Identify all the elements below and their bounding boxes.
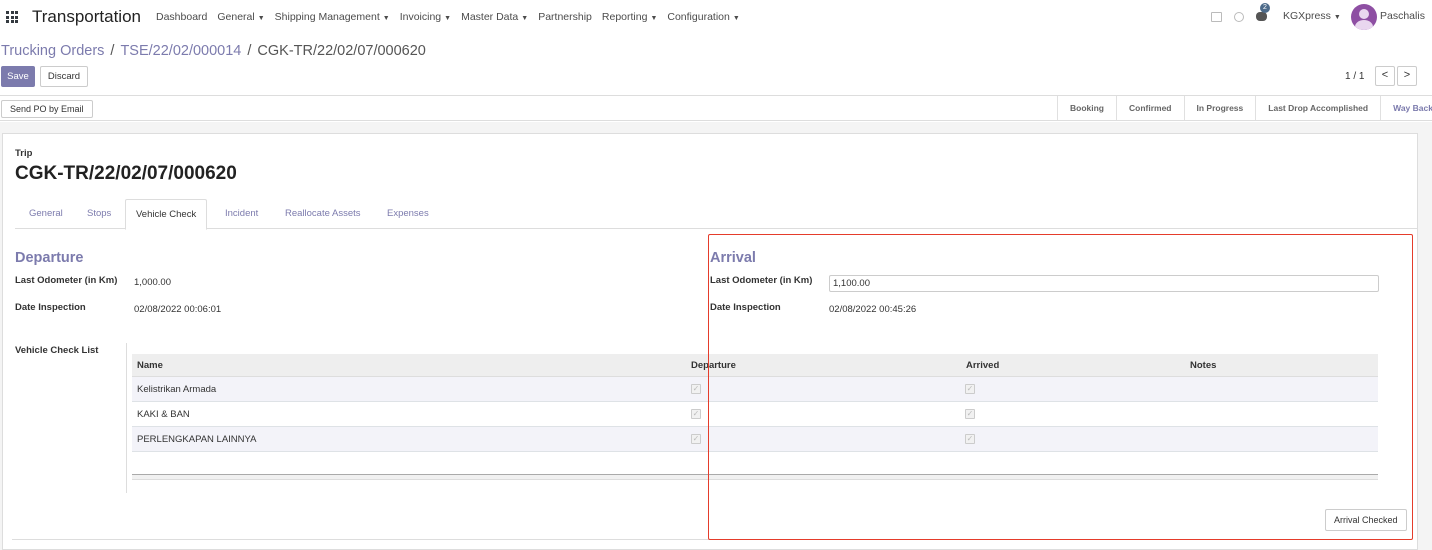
caret-down-icon: ▼ — [257, 15, 265, 22]
activity-clock-icon[interactable] — [1234, 12, 1244, 22]
menu-label: Dashboard — [156, 11, 208, 23]
trip-label: Trip — [15, 148, 33, 159]
app-title[interactable]: Transportation — [32, 7, 141, 27]
departure-odometer-label: Last Odometer (in Km) — [15, 275, 118, 286]
edit-icon[interactable] — [1211, 12, 1222, 22]
menu-label: Master Data — [461, 11, 519, 23]
row-name: PERLENGKAPAN LAINNYA — [137, 434, 257, 445]
pager-next-button[interactable]: > — [1397, 66, 1417, 86]
breadcrumb: Trucking Orders / TSE/22/02/000014 / CGK-TR/… — [1, 43, 426, 59]
menu-reporting[interactable]: Reporting ▼ — [602, 11, 657, 23]
menu-invoicing[interactable]: Invoicing ▼ — [400, 11, 451, 23]
send-po-by-email-button[interactable]: Send PO by Email — [1, 100, 93, 118]
caret-down-icon: ▼ — [1333, 14, 1341, 21]
menu-label: Shipping Management — [274, 11, 380, 23]
caret-down-icon: ▼ — [521, 15, 529, 22]
stage-last-drop-accomplished[interactable]: Last Drop Accomplished — [1255, 96, 1380, 120]
menu-master-data[interactable]: Master Data ▼ — [461, 11, 528, 23]
departure-title: Departure — [15, 250, 84, 266]
notification-badge: 2 — [1260, 3, 1270, 13]
breadcrumb-trucking-orders[interactable]: Trucking Orders — [1, 43, 104, 59]
menu-general[interactable]: General ▼ — [217, 11, 264, 23]
menu-label: Reporting — [601, 11, 648, 23]
tab-stops[interactable]: Stops — [77, 199, 121, 229]
row-name: Kelistrikan Armada — [137, 384, 217, 395]
save-button[interactable]: Save — [1, 66, 35, 87]
caret-down-icon: ▼ — [444, 15, 452, 22]
breadcrumb-parent-order[interactable]: TSE/22/02/000014 — [120, 43, 241, 59]
company-name: KGXpress — [1283, 10, 1331, 22]
tab-expenses[interactable]: Expenses — [377, 199, 439, 229]
tab-reallocate-assets[interactable]: Reallocate Assets — [275, 199, 371, 229]
departure-checkbox[interactable]: ✓ — [691, 434, 701, 444]
stage-in-progress[interactable]: In Progress — [1183, 96, 1256, 120]
column-name[interactable]: Name — [137, 360, 163, 371]
caret-down-icon: ▼ — [732, 15, 740, 22]
menu-label: General — [217, 11, 255, 23]
stage-way-back[interactable]: Way Back — [1380, 96, 1432, 120]
tab-incident[interactable]: Incident — [215, 199, 268, 229]
row-name: KAKI & BAN — [137, 409, 190, 420]
stage-confirmed[interactable]: Confirmed — [1116, 96, 1184, 120]
apps-grid-icon[interactable] — [6, 11, 18, 23]
pager-value[interactable]: 1 / 1 — [1345, 71, 1364, 82]
tab-general[interactable]: General — [19, 199, 73, 229]
company-switcher[interactable]: KGXpress ▼ — [1283, 10, 1341, 22]
menu-shipping-management[interactable]: Shipping Management ▼ — [275, 11, 390, 23]
pager-previous-button[interactable]: < — [1375, 66, 1395, 86]
departure-checkbox[interactable]: ✓ — [691, 409, 701, 419]
status-header: Send PO by Email Booking Confirmed In Pr… — [0, 95, 1432, 121]
discard-button[interactable]: Discard — [40, 66, 88, 87]
breadcrumb-separator: / — [247, 43, 252, 59]
user-avatar[interactable] — [1351, 4, 1377, 30]
tab-vehicle-check[interactable]: Vehicle Check — [125, 199, 208, 230]
breadcrumb-current: CGK-TR/22/02/07/000620 — [257, 43, 426, 59]
caret-down-icon: ▼ — [650, 15, 658, 22]
user-name[interactable]: Paschalis — [1380, 10, 1425, 22]
top-navbar: Transportation Dashboard General ▼ Shippi… — [0, 0, 1432, 34]
menu-dashboard[interactable]: Dashboard — [156, 11, 207, 23]
main-menu: Dashboard General ▼ Shipping Management ▼ … — [156, 11, 740, 23]
caret-down-icon: ▼ — [382, 15, 390, 22]
menu-configuration[interactable]: Configuration ▼ — [667, 11, 739, 23]
departure-checkbox[interactable]: ✓ — [691, 384, 701, 394]
menu-partnership[interactable]: Partnership — [538, 11, 592, 23]
breadcrumb-separator: / — [110, 43, 115, 59]
notebook-tabs: General Stops Vehicle Check Incident Rea… — [15, 199, 1417, 230]
stage-booking[interactable]: Booking — [1057, 96, 1116, 120]
checklist-divider — [126, 343, 127, 493]
trip-name: CGK-TR/22/02/07/000620 — [15, 163, 237, 184]
departure-odometer-value: 1,000.00 — [134, 277, 171, 288]
vehicle-check-list-label: Vehicle Check List — [15, 345, 99, 356]
departure-date-value: 02/08/2022 00:06:01 — [134, 304, 222, 315]
departure-date-label: Date Inspection — [15, 302, 86, 313]
messages-icon[interactable] — [1256, 12, 1267, 21]
status-stages: Booking Confirmed In Progress Last Drop … — [1057, 96, 1432, 120]
arrival-highlight-box — [708, 234, 1413, 540]
menu-label: Partnership — [538, 11, 592, 23]
menu-label: Configuration — [667, 11, 730, 23]
menu-label: Invoicing — [399, 11, 442, 23]
